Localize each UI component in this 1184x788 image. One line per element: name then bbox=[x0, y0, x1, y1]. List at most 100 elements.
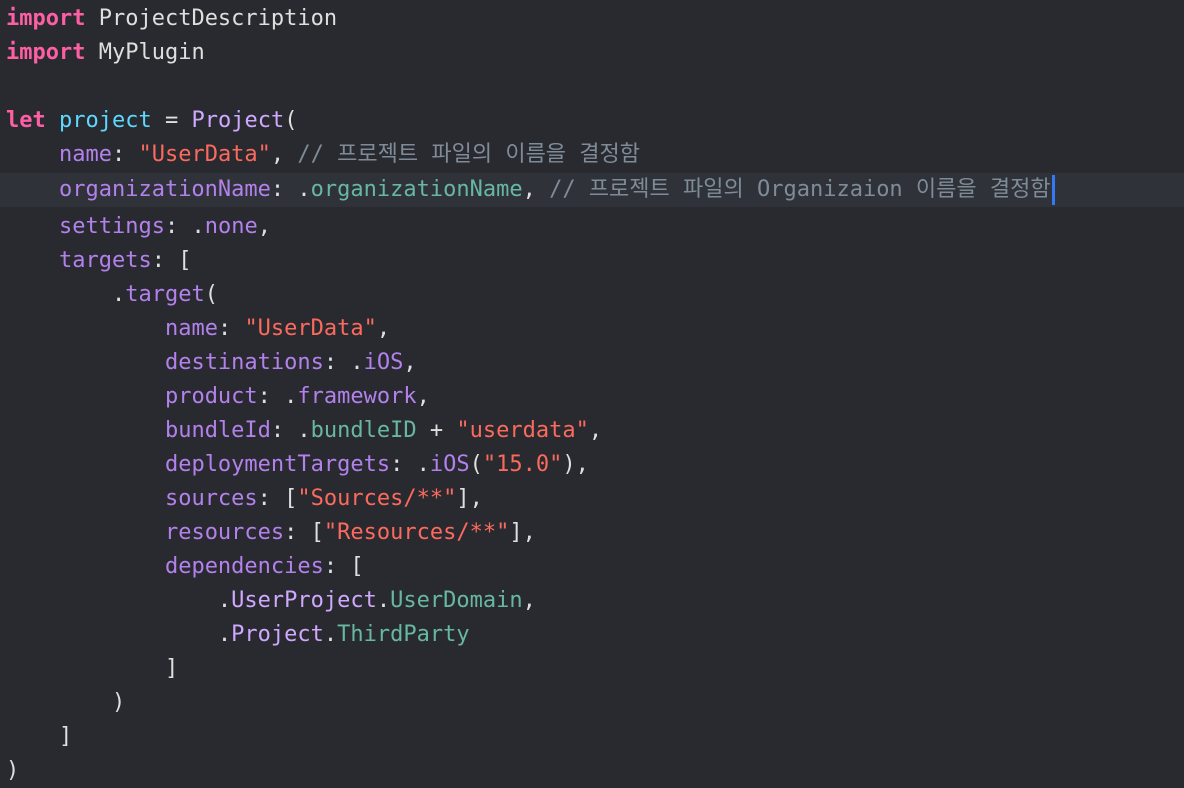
code-token-prop: dependencies bbox=[164, 554, 324, 579]
code-token-prop: iOS bbox=[363, 350, 404, 375]
code-line[interactable]: .target( bbox=[0, 278, 1184, 312]
code-token-prop: sources bbox=[164, 486, 258, 511]
code-token-str: "UserData" bbox=[138, 142, 271, 167]
code-token-plain: ( bbox=[284, 108, 298, 133]
code-line[interactable]: let project = Project( bbox=[0, 104, 1184, 138]
code-token-plain: : [ bbox=[257, 486, 298, 511]
code-line[interactable]: name: "UserData", bbox=[0, 312, 1184, 346]
code-token-plain: : . bbox=[257, 384, 298, 409]
code-token-prop: destinations bbox=[164, 350, 324, 375]
code-token-plain: ] bbox=[6, 724, 73, 749]
code-token-plain: : . bbox=[270, 418, 311, 443]
code-line[interactable]: name: "UserData", // 프로젝트 파일의 이름을 결정함 bbox=[0, 138, 1184, 172]
current-code-line[interactable]: organizationName: .organizationName, // … bbox=[0, 173, 1184, 207]
code-token-plain: . bbox=[6, 282, 126, 307]
code-token-decl: project bbox=[59, 108, 152, 133]
code-token-str: "UserData" bbox=[244, 316, 377, 341]
code-token-plain: , bbox=[403, 350, 417, 375]
code-token-plain: : . bbox=[390, 452, 430, 477]
code-token-plain: : [ bbox=[323, 554, 364, 579]
code-token-plain: ], bbox=[509, 520, 536, 545]
code-token-comment: // 프로젝트 파일의 Organizaion 이름을 결정함 bbox=[549, 177, 1051, 202]
code-token-plain: : . bbox=[270, 177, 311, 202]
code-token-plain: , bbox=[376, 316, 391, 341]
code-token-prop: product bbox=[164, 384, 258, 409]
code-token-str: "15.0" bbox=[482, 452, 563, 477]
code-token-plain: : bbox=[217, 316, 245, 341]
code-token-proj-member: bundleID bbox=[310, 418, 417, 443]
code-line[interactable]: ] bbox=[0, 720, 1184, 754]
code-token-comment: // 프로젝트 파일의 이름을 결정함 bbox=[297, 142, 641, 167]
code-line[interactable]: dependencies: [ bbox=[0, 550, 1184, 584]
code-token-prop: name bbox=[164, 316, 218, 341]
code-line[interactable]: .UserProject.UserDomain, bbox=[0, 584, 1184, 618]
code-line[interactable]: bundleId: .bundleID + "userdata", bbox=[0, 414, 1184, 448]
code-line[interactable]: ) bbox=[0, 686, 1184, 720]
code-token-plain: , bbox=[257, 214, 271, 239]
code-line[interactable]: ) bbox=[0, 754, 1184, 788]
code-token-plain: , bbox=[522, 588, 536, 613]
code-token-plain: ProjectDescription bbox=[85, 6, 338, 31]
code-line[interactable]: deploymentTargets: .iOS("15.0"), bbox=[0, 448, 1184, 482]
code-token-plain: , bbox=[270, 142, 298, 167]
code-line[interactable]: targets: [ bbox=[0, 244, 1184, 278]
code-token-plain: ) bbox=[6, 758, 20, 783]
code-token-str: "Sources/**" bbox=[297, 486, 457, 511]
code-token-prop: settings bbox=[58, 214, 165, 239]
code-line[interactable]: destinations: .iOS, bbox=[0, 346, 1184, 380]
code-line[interactable]: import ProjectDescription bbox=[0, 2, 1184, 36]
code-token-plain: : [ bbox=[284, 520, 324, 545]
code-token-prop: targets bbox=[58, 248, 152, 273]
code-token-plain: ) bbox=[6, 690, 126, 715]
code-token-prop: organizationName bbox=[58, 177, 271, 202]
code-token-prop: framework bbox=[297, 384, 417, 409]
code-line[interactable] bbox=[0, 70, 1184, 104]
code-editor[interactable]: import ProjectDescription import MyPlugin… bbox=[0, 0, 1184, 788]
code-token-prop: iOS bbox=[429, 452, 470, 477]
code-token-plain: + bbox=[416, 418, 457, 443]
code-line[interactable]: sources: ["Sources/**"], bbox=[0, 482, 1184, 516]
code-token-prop: resources bbox=[164, 520, 285, 545]
code-token-str: "Resources/**" bbox=[323, 520, 510, 545]
code-token-proj-type: UserProject bbox=[231, 588, 377, 613]
code-token-plain: : . bbox=[323, 350, 364, 375]
code-line[interactable]: product: .framework, bbox=[0, 380, 1184, 414]
code-token-kw: import bbox=[6, 6, 86, 31]
code-token-plain: : [ bbox=[151, 248, 192, 273]
code-token-plain: : . bbox=[164, 214, 205, 239]
text-cursor bbox=[1051, 175, 1055, 205]
code-token-str: "userdata" bbox=[456, 418, 589, 443]
code-token-plain: , bbox=[416, 384, 430, 409]
code-token-plain: ( bbox=[469, 452, 483, 477]
code-token-prop: none bbox=[204, 214, 258, 239]
code-token-plain: MyPlugin bbox=[85, 40, 205, 65]
code-token-plain: ( bbox=[204, 282, 218, 307]
code-line[interactable]: settings: .none, bbox=[0, 210, 1184, 244]
code-line[interactable]: .Project.ThirdParty bbox=[0, 618, 1184, 652]
code-token-plain: . bbox=[6, 622, 232, 647]
code-line[interactable]: ] bbox=[0, 652, 1184, 686]
code-token-plain: ), bbox=[562, 452, 589, 477]
code-token-plain: : bbox=[111, 142, 139, 167]
code-line[interactable]: resources: ["Resources/**"], bbox=[0, 516, 1184, 550]
code-token-proj-member: ThirdParty bbox=[337, 622, 470, 647]
code-token-proj-member: organizationName bbox=[310, 177, 523, 202]
code-line[interactable]: import MyPlugin bbox=[0, 36, 1184, 70]
code-token-prop: bundleId bbox=[164, 418, 271, 443]
code-token-kw: let bbox=[6, 108, 46, 133]
code-token-prop: deploymentTargets bbox=[164, 452, 391, 477]
code-token-plain: , bbox=[522, 177, 550, 202]
